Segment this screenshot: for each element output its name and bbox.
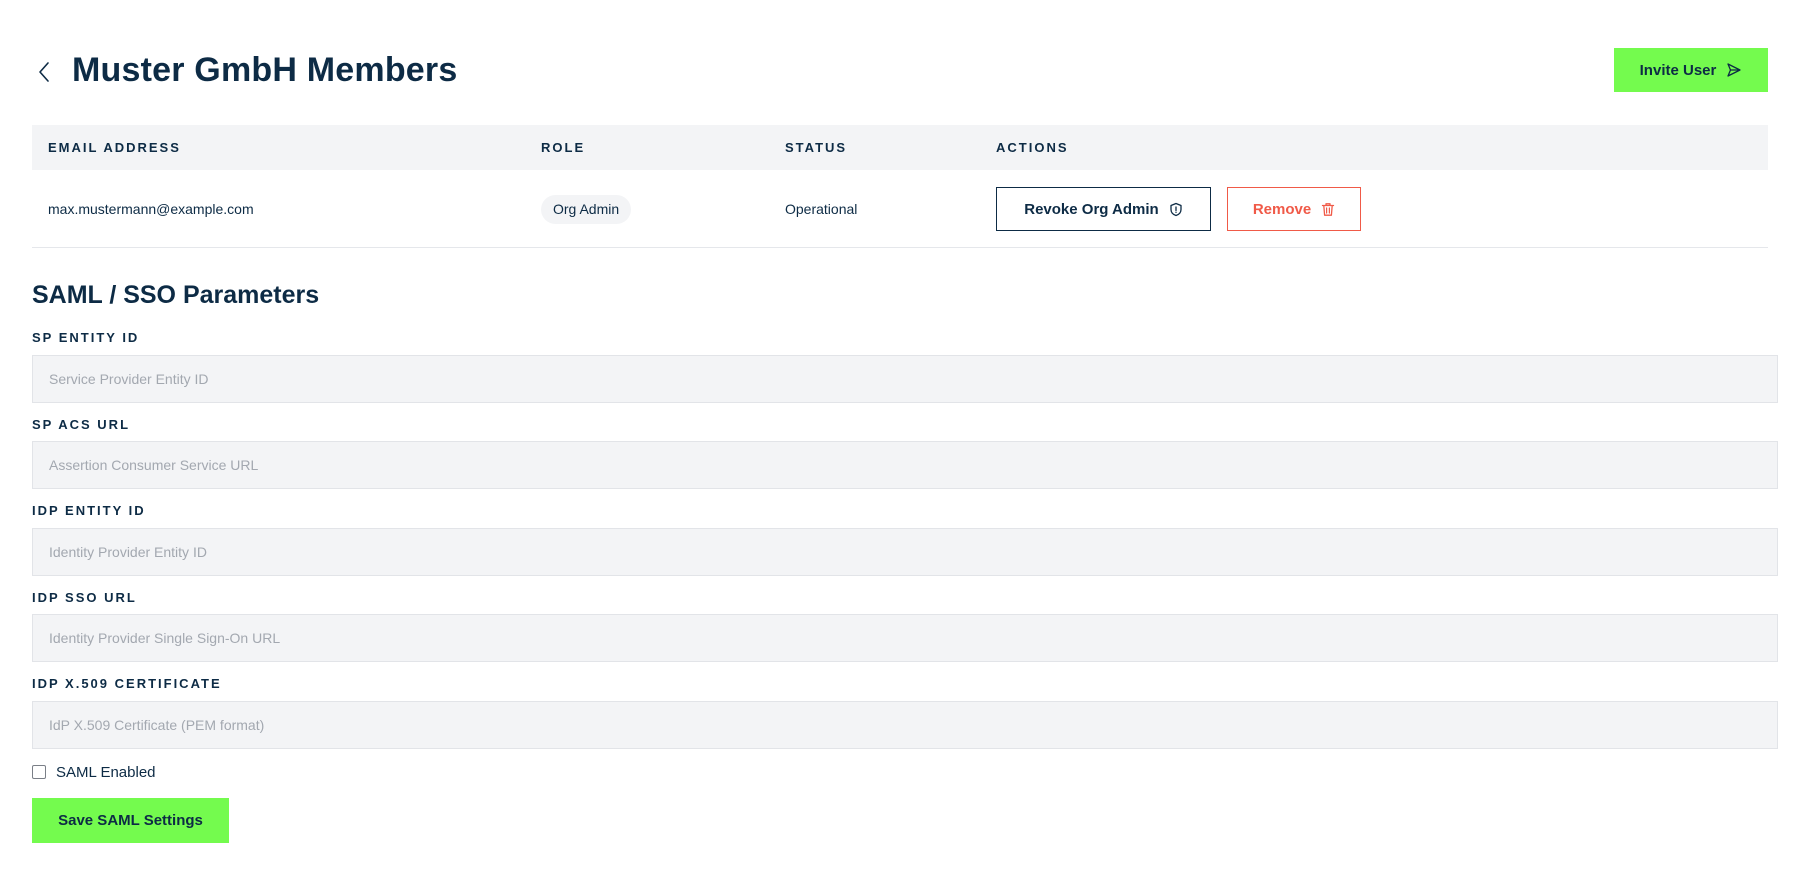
invite-user-label: Invite User: [1639, 61, 1717, 79]
remove-member-button[interactable]: Remove: [1227, 187, 1361, 231]
member-email: max.mustermann@example.com: [48, 201, 254, 217]
revoke-org-admin-label: Revoke Org Admin: [1024, 200, 1159, 218]
saml-enabled-checkbox[interactable]: [32, 765, 46, 779]
column-header-email: EMAIL ADDRESS: [48, 140, 181, 155]
member-status: Operational: [785, 201, 858, 217]
idp-certificate-label: IDP X.509 CERTIFICATE: [32, 676, 222, 691]
page-title: Muster GmbH Members: [72, 51, 458, 89]
column-header-status: STATUS: [785, 140, 848, 155]
shield-icon: [1170, 202, 1182, 216]
sp-entity-id-input[interactable]: [32, 355, 1778, 403]
revoke-org-admin-button[interactable]: Revoke Org Admin: [996, 187, 1211, 231]
column-header-role: ROLE: [541, 140, 586, 155]
table-header: EMAIL ADDRESS ROLE STATUS ACTIONS: [32, 125, 1768, 170]
column-header-actions: ACTIONS: [996, 140, 1069, 155]
chevron-left-icon: [39, 62, 49, 82]
saml-section-title: SAML / SSO Parameters: [32, 281, 320, 309]
sp-acs-url-label: SP ACS URL: [32, 417, 131, 432]
page-header: Muster GmbH Members Invite User: [32, 48, 1768, 92]
members-table: EMAIL ADDRESS ROLE STATUS ACTIONS max.mu…: [32, 125, 1768, 248]
send-icon: [1727, 63, 1741, 77]
role-badge: Org Admin: [541, 195, 632, 224]
idp-entity-id-input[interactable]: [32, 528, 1778, 576]
invite-user-button[interactable]: Invite User: [1614, 48, 1768, 92]
table-row: max.mustermann@example.com Org Admin Ope…: [32, 170, 1768, 248]
idp-entity-id-label: IDP ENTITY ID: [32, 503, 146, 518]
sp-entity-id-label: SP ENTITY ID: [32, 330, 140, 345]
idp-certificate-input[interactable]: [32, 701, 1778, 749]
saml-enabled-row: SAML Enabled: [32, 762, 156, 782]
saml-enabled-label[interactable]: SAML Enabled: [56, 764, 156, 781]
trash-icon: [1322, 202, 1335, 216]
idp-sso-url-label: IDP SSO URL: [32, 590, 137, 605]
sp-acs-url-input[interactable]: [32, 441, 1778, 489]
remove-member-label: Remove: [1252, 200, 1312, 218]
back-button[interactable]: [32, 58, 56, 86]
idp-sso-url-input[interactable]: [32, 614, 1778, 662]
page: Muster GmbH Members Invite User EMAIL AD…: [0, 0, 1800, 896]
save-saml-settings-button[interactable]: Save SAML Settings: [32, 798, 229, 843]
